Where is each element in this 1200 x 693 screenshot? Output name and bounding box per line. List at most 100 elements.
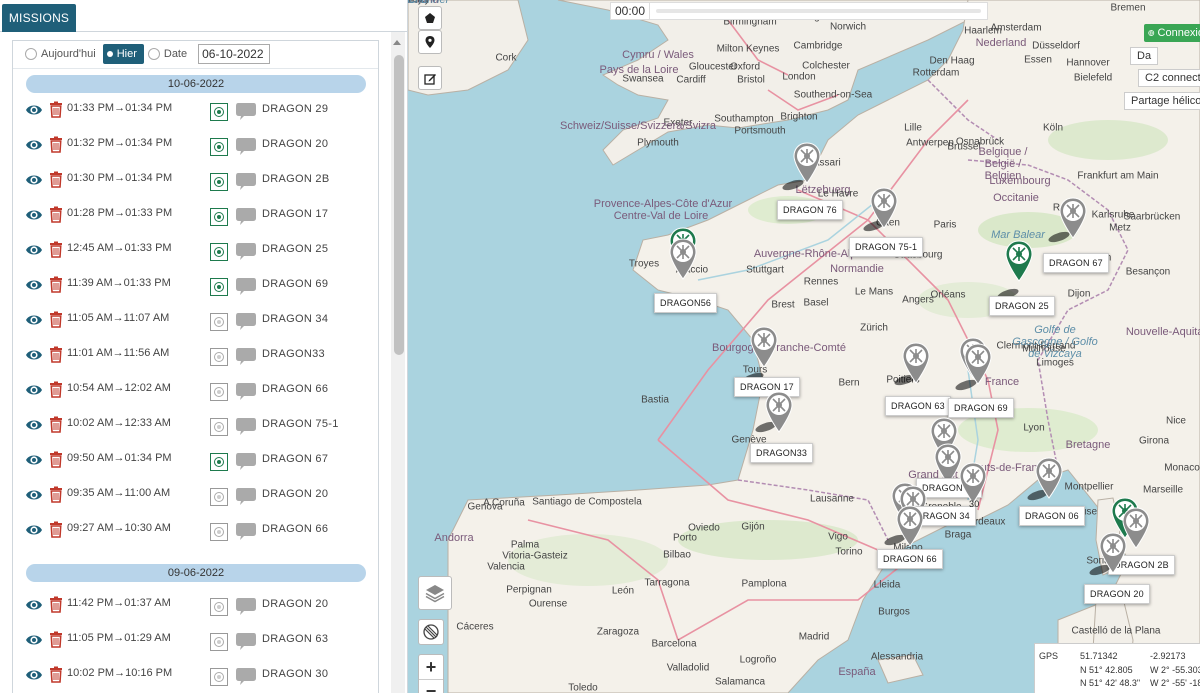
mission-row[interactable]: 01:30 PM→01:34 PM DRAGON 2B	[25, 167, 365, 197]
mission-row[interactable]: 10:02 PM→10:16 PM DRAGON 30	[25, 662, 365, 692]
chat-bubble-icon[interactable]	[235, 521, 257, 541]
date-field[interactable]	[198, 44, 271, 64]
target-icon[interactable]	[210, 208, 228, 226]
eye-icon[interactable]	[25, 452, 43, 468]
trash-icon[interactable]	[49, 346, 63, 363]
target-icon[interactable]	[210, 138, 228, 156]
mission-row[interactable]: 11:05 PM→01:29 AM DRAGON 63	[25, 627, 365, 657]
eye-icon[interactable]	[25, 242, 43, 258]
trash-icon[interactable]	[49, 631, 63, 648]
drone-pin-icon[interactable]	[668, 237, 698, 281]
drone-marker[interactable]	[792, 141, 822, 185]
drone-pin-icon[interactable]	[1004, 239, 1034, 283]
eye-icon[interactable]	[25, 277, 43, 293]
trash-icon[interactable]	[49, 451, 63, 468]
trash-icon[interactable]	[49, 241, 63, 258]
drone-marker-label[interactable]: DRAGON 66	[877, 549, 943, 569]
chat-bubble-icon[interactable]	[235, 276, 257, 296]
timeline-slider[interactable]: 00:00	[610, 2, 988, 20]
trash-icon[interactable]	[49, 381, 63, 398]
drone-marker[interactable]	[1034, 456, 1064, 500]
chat-bubble-icon[interactable]	[235, 416, 257, 436]
drone-marker-label[interactable]: DRAGON 25	[989, 296, 1055, 316]
mission-row[interactable]: 01:33 PM→01:34 PM DRAGON 29	[25, 97, 365, 127]
drone-marker[interactable]	[1058, 196, 1088, 240]
eye-icon[interactable]	[25, 347, 43, 363]
target-icon[interactable]	[210, 633, 228, 651]
drone-marker[interactable]	[668, 237, 698, 281]
chat-bubble-icon[interactable]	[235, 631, 257, 651]
target-icon[interactable]	[210, 243, 228, 261]
eye-icon[interactable]	[25, 522, 43, 538]
trash-icon[interactable]	[49, 416, 63, 433]
filter-today-option[interactable]: Aujourd'hui	[21, 44, 103, 64]
mission-row[interactable]: 09:50 AM→01:34 PM DRAGON 67	[25, 447, 365, 477]
drone-marker-label[interactable]: DRAGON 69	[948, 398, 1014, 418]
mission-row[interactable]: 11:39 AM→01:33 PM DRAGON 69	[25, 272, 365, 302]
drone-pin-icon[interactable]	[895, 504, 925, 548]
mission-row[interactable]: 10:54 AM→12:02 AM DRAGON 66	[25, 377, 365, 407]
drone-pin-icon[interactable]	[792, 141, 822, 185]
eye-icon[interactable]	[25, 172, 43, 188]
drone-pin-icon[interactable]	[1098, 531, 1128, 575]
trash-icon[interactable]	[49, 521, 63, 538]
eye-icon[interactable]	[25, 417, 43, 433]
drone-pin-icon[interactable]	[1034, 456, 1064, 500]
chat-bubble-icon[interactable]	[235, 666, 257, 686]
mission-row[interactable]: 01:28 PM→01:33 PM DRAGON 17	[25, 202, 365, 232]
tab-missions[interactable]: MISSIONS	[2, 4, 76, 32]
trash-icon[interactable]	[49, 666, 63, 683]
trash-icon[interactable]	[49, 171, 63, 188]
radio-icon[interactable]	[25, 48, 37, 60]
target-icon[interactable]	[210, 598, 228, 616]
edit-layers-button[interactable]	[418, 66, 442, 90]
target-icon[interactable]	[210, 313, 228, 331]
draw-polygon-button[interactable]	[418, 6, 442, 30]
drone-marker[interactable]	[963, 342, 993, 386]
mission-row[interactable]: 11:01 AM→11:56 AM DRAGON33	[25, 342, 365, 372]
drone-marker-label[interactable]: 30	[969, 499, 979, 509]
drone-pin-icon[interactable]	[1058, 196, 1088, 240]
radio-icon[interactable]	[147, 48, 160, 60]
chat-bubble-icon[interactable]	[235, 346, 257, 366]
zoom-out-button[interactable]: −	[419, 679, 443, 693]
target-icon[interactable]	[210, 418, 228, 436]
chat-bubble-icon[interactable]	[235, 206, 257, 226]
drone-pin-icon[interactable]	[869, 186, 899, 230]
drone-pin-icon[interactable]	[901, 341, 931, 385]
eye-icon[interactable]	[25, 137, 43, 153]
drone-marker-label[interactable]: DRAGON 76	[777, 200, 843, 220]
mission-row[interactable]: 11:05 AM→11:07 AM DRAGON 34	[25, 307, 365, 337]
chat-bubble-icon[interactable]	[235, 101, 257, 121]
mission-row[interactable]: 01:32 PM→01:34 PM DRAGON 20	[25, 132, 365, 162]
drone-marker-label[interactable]: DRAGON56	[654, 293, 718, 313]
target-icon[interactable]	[210, 173, 228, 191]
target-icon[interactable]	[210, 278, 228, 296]
mission-row[interactable]: 12:45 AM→01:33 PM DRAGON 25	[25, 237, 365, 267]
eye-icon[interactable]	[25, 312, 43, 328]
target-icon[interactable]	[210, 348, 228, 366]
drone-marker[interactable]	[749, 325, 779, 369]
drone-marker[interactable]	[895, 504, 925, 548]
mission-row[interactable]: 09:35 AM→11:00 AM DRAGON 20	[25, 482, 365, 512]
zoom-in-button[interactable]: +	[419, 655, 443, 679]
radar-button[interactable]	[418, 619, 444, 645]
chat-bubble-icon[interactable]	[235, 171, 257, 191]
filter-date-option[interactable]: Date	[144, 44, 194, 64]
helicopter-share-select[interactable]: Partage hélico	[1124, 92, 1200, 110]
eye-icon[interactable]	[25, 382, 43, 398]
trash-icon[interactable]	[49, 206, 63, 223]
drone-marker-label[interactable]: DRAGON 63	[885, 396, 951, 416]
c2-connect-select[interactable]: C2 connect	[1138, 69, 1200, 87]
mission-row[interactable]: 10:02 AM→12:33 AM DRAGON 75-1	[25, 412, 365, 442]
eye-icon[interactable]	[25, 667, 43, 683]
drone-marker[interactable]	[1004, 239, 1034, 283]
trash-icon[interactable]	[49, 486, 63, 503]
drone-marker[interactable]	[901, 341, 931, 385]
chat-bubble-icon[interactable]	[235, 451, 257, 471]
eye-icon[interactable]	[25, 597, 43, 613]
trash-icon[interactable]	[49, 596, 63, 613]
layers-button[interactable]	[418, 576, 452, 610]
chat-bubble-icon[interactable]	[235, 381, 257, 401]
target-icon[interactable]	[210, 523, 228, 541]
